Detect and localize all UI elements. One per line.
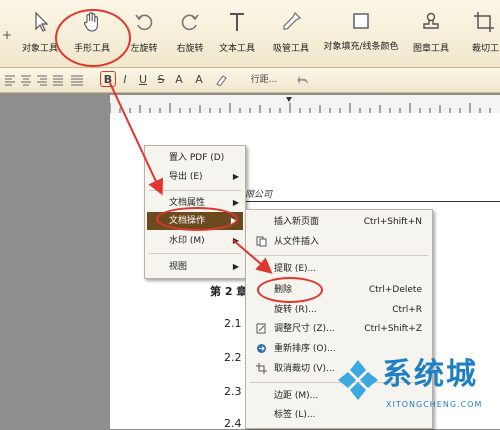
submenu-margins-label: 边距 (M)... [274, 391, 319, 401]
menu-item-export[interactable]: 导出 (E) ▶ [145, 168, 245, 186]
reorder-icon [257, 344, 266, 353]
header-rule [236, 201, 500, 202]
eyedropper-icon [283, 11, 302, 30]
chapter-heading: 第 2 章 [210, 285, 248, 298]
underline-button[interactable]: U [138, 72, 148, 88]
fill-color-button[interactable]: 对象填充/线条颜色 [322, 8, 400, 62]
text-tool-button[interactable]: 文本工具 [214, 8, 260, 62]
logo-diamond-icon [338, 360, 378, 400]
rotate-right-button[interactable]: 右旋转 [168, 8, 212, 62]
menu-item-watermark-label: 水印 (M) [169, 236, 205, 246]
line-spacing-dropdown[interactable]: 行距... [245, 72, 283, 88]
bold-highlight-box [100, 71, 116, 87]
uncrop-icon [256, 363, 267, 374]
format-toolbar: B I U S A A 行距... [0, 68, 500, 93]
logo-brand-text: 系统城 [382, 357, 478, 392]
align-center-icon[interactable] [20, 74, 32, 86]
section-line-1: 2.1 [224, 317, 242, 330]
menu-separator [149, 190, 241, 191]
left-gutter [0, 93, 110, 429]
section-line-2: 2.2 [224, 351, 242, 364]
submenu-resize[interactable]: 调整尺寸 (Z)... Ctrl+Shift+Z [246, 320, 432, 338]
fill-color-icon [353, 13, 369, 29]
resize-icon [256, 323, 266, 334]
menu-item-watermark[interactable]: 水印 (M) ▶ [145, 232, 245, 250]
menu-separator [250, 255, 428, 256]
subscript-button[interactable]: A [194, 72, 204, 88]
submenu-insert-page[interactable]: 插入新页面 Ctrl+Shift+N [246, 213, 432, 231]
crop-icon [474, 12, 494, 32]
rotate-left-icon [135, 14, 153, 31]
stamp-tool-label: 图章工具 [412, 44, 449, 54]
menu-item-view-label: 视图 [169, 262, 188, 272]
text-tool-icon [230, 13, 244, 31]
submenu-resize-label: 调整尺寸 (Z)... [274, 324, 335, 334]
submenu-rotate-label: 旋转 (R)... [274, 305, 317, 315]
ruler-ticks [109, 97, 491, 113]
submenu-extract[interactable]: 提取 (E)... [246, 260, 432, 278]
submenu-labels-label: 标签 (L)... [274, 410, 316, 420]
eyedropper-tool-label: 吸管工具 [272, 44, 309, 54]
submenu-arrow-icon: ▶ [232, 198, 239, 207]
shortcut-text: Ctrl+R [392, 305, 422, 315]
horizontal-ruler [109, 95, 500, 114]
submenu-extract-label: 提取 (E)... [274, 264, 317, 274]
crop-tool-button[interactable]: 裁切工 [468, 8, 500, 62]
hand-tool-highlight-circle [55, 9, 131, 67]
logo-url-text: XITONGCHENG.COM [386, 400, 483, 409]
menu-item-place-pdf[interactable]: 置入 PDF (D) [145, 149, 245, 167]
insert-file-icon [256, 236, 267, 247]
align-right-icon[interactable] [36, 74, 48, 86]
text-tool-label: 文本工具 [218, 44, 255, 54]
italic-button[interactable]: I [120, 72, 130, 88]
submenu-insert-from-file[interactable]: 从文件插入 [246, 233, 432, 251]
submenu-insert-page-label: 插入新页面 [274, 217, 320, 227]
submenu-arrow-icon: ▶ [232, 172, 239, 181]
shortcut-text: Ctrl+Shift+Z [364, 324, 422, 334]
eyedropper-tool-button[interactable]: 吸管工具 [268, 8, 314, 62]
align-left-icon[interactable] [4, 74, 16, 86]
delete-highlight-oval [257, 277, 323, 303]
submenu-arrow-icon: ▶ [232, 236, 239, 245]
menu-item-place-pdf-label: 置入 PDF (D) [169, 153, 225, 163]
highlighter-icon[interactable] [214, 74, 228, 86]
align-justify-icon[interactable] [52, 74, 64, 86]
superscript-button[interactable]: A [174, 72, 184, 88]
submenu-insert-from-file-label: 从文件插入 [274, 237, 320, 247]
crop-tool-label: 裁切工 [472, 44, 500, 54]
fill-color-label: 对象填充/线条颜色 [323, 42, 399, 52]
submenu-arrow-icon: ▶ [232, 262, 239, 271]
section-line-3: 2.3 [224, 385, 242, 398]
submenu-uncrop-label: 取消裁切 (V)... [274, 364, 335, 374]
list-icon[interactable] [70, 74, 84, 86]
rotate-right-icon [181, 14, 199, 31]
strike-button[interactable]: S [156, 72, 166, 88]
section-line-4: 2.4 [224, 417, 242, 430]
submenu-rotate[interactable]: 旋转 (R)... Ctrl+R [246, 301, 432, 319]
cursor-icon [35, 11, 49, 32]
menu-item-view[interactable]: 视图 ▶ [145, 258, 245, 276]
menu-item-export-label: 导出 (E) [169, 172, 203, 182]
undo-icon[interactable] [296, 74, 310, 86]
toolbar-plus-icon[interactable]: + [2, 28, 12, 42]
stamp-tool-button[interactable]: 图章工具 [408, 8, 454, 62]
menu-separator [149, 253, 241, 254]
shortcut-text: Ctrl+Shift+N [363, 217, 422, 227]
doc-operations-highlight-oval [156, 207, 238, 231]
submenu-reorder-label: 重新排序 (O)... [274, 344, 336, 354]
rotate-right-label: 右旋转 [176, 44, 204, 54]
stamp-icon [423, 12, 439, 29]
watermark-logo: 系统城 XITONGCHENG.COM [332, 354, 500, 429]
shortcut-text: Ctrl+Delete [368, 285, 422, 295]
